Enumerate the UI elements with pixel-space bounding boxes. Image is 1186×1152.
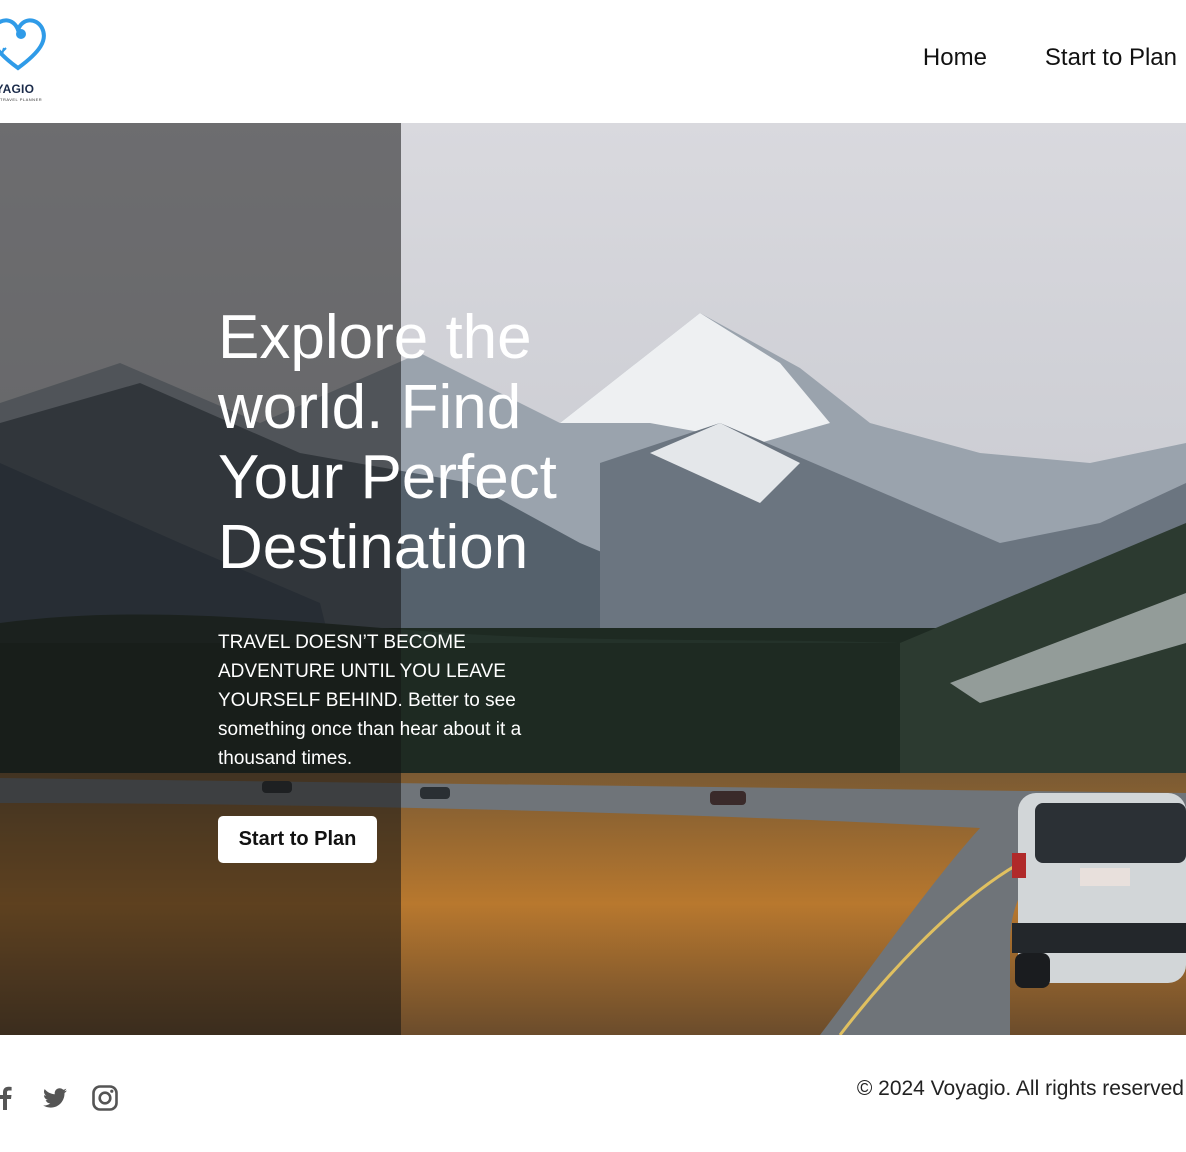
car bbox=[1012, 793, 1186, 988]
site-footer: © 2024 Voyagio. All rights reserved bbox=[0, 1035, 1186, 1152]
hero-subtitle: TRAVEL DOESN’T BECOME ADVENTURE UNTIL YO… bbox=[218, 632, 522, 769]
copyright-text: © 2024 Voyagio. All rights reserved bbox=[856, 1077, 1184, 1100]
brand-logo[interactable]: OYAGIO TRAVEL PLANNER bbox=[0, 12, 56, 107]
facebook-icon[interactable] bbox=[0, 1083, 20, 1113]
heart-logo-icon bbox=[0, 18, 46, 71]
brand-name: OYAGIO bbox=[0, 82, 35, 96]
brand-tagline: TRAVEL PLANNER bbox=[0, 97, 43, 102]
nav-home-link[interactable]: Home bbox=[923, 42, 987, 74]
start-to-plan-button[interactable]: Start to Plan bbox=[218, 816, 377, 863]
nav-start-to-plan-link[interactable]: Start to Plan bbox=[1045, 42, 1177, 74]
social-links bbox=[0, 1083, 120, 1113]
twitter-icon[interactable] bbox=[40, 1083, 70, 1113]
hero-title: Explore the world. Find Your Perfect Des… bbox=[218, 303, 557, 582]
main-nav: Home Start to Plan bbox=[923, 42, 1177, 74]
site-header: OYAGIO TRAVEL PLANNER Home Start to Plan bbox=[0, 0, 1186, 123]
instagram-icon[interactable] bbox=[90, 1083, 120, 1113]
hero-section: Explore the world. Find Your Perfect Des… bbox=[0, 123, 1186, 1035]
